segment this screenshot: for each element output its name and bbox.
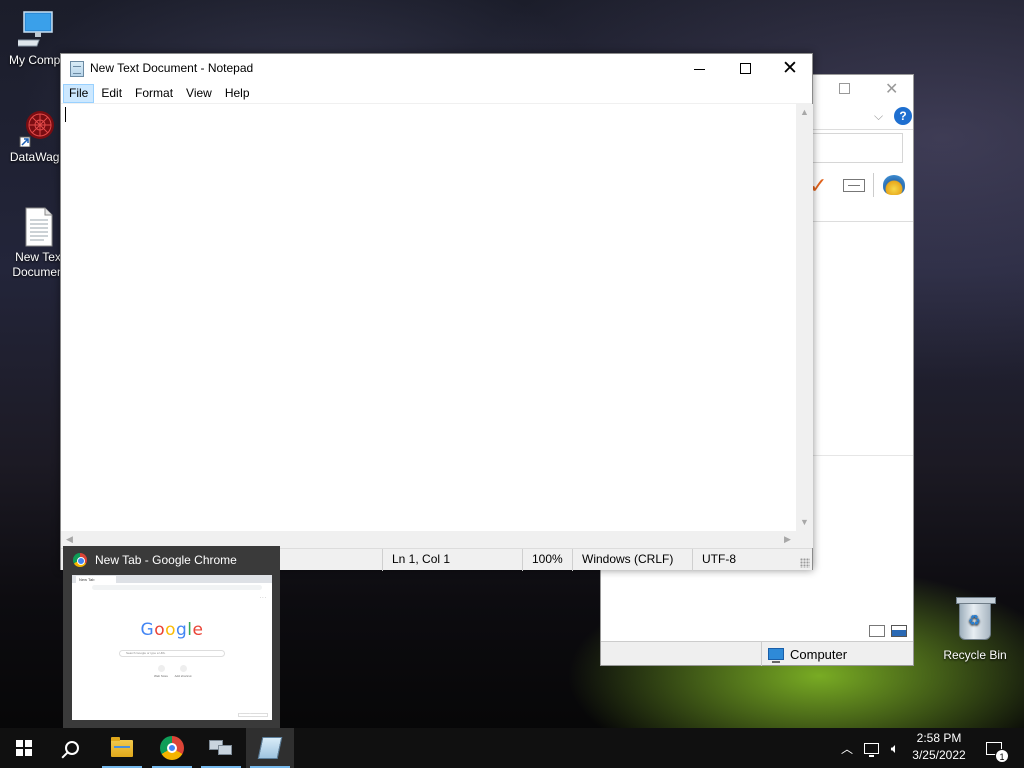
status-zoom: 100% <box>522 549 572 571</box>
start-button[interactable] <box>0 728 48 768</box>
monitor-icon <box>10 10 58 50</box>
thumbnail-tab: New Tab <box>76 576 116 583</box>
close-button[interactable]: ✕ <box>767 54 813 83</box>
search-button[interactable] <box>48 728 96 768</box>
chrome-icon <box>160 736 184 760</box>
folder-icon <box>111 736 133 757</box>
preview-thumbnail[interactable]: New Tab · · · Google Search Google or ty… <box>72 575 272 720</box>
notepad-app-icon <box>70 61 84 77</box>
thumbnail-search-box: Search Google or type a URL <box>119 650 225 657</box>
google-logo: Google <box>140 620 204 640</box>
action-center-button[interactable]: 1 <box>982 728 1009 768</box>
taskbar: ︿ 🔈︎ 2:58 PM 3/25/2022 1 <box>0 728 1024 768</box>
taskbar-clock[interactable]: 2:58 PM 3/25/2022 <box>908 730 970 764</box>
text-caret <box>65 107 66 122</box>
details-view-icon[interactable] <box>869 625 885 637</box>
desktop-icon-recycle-bin[interactable]: Recycle Bin <box>940 597 1010 662</box>
chevron-down-icon[interactable]: ⌵ <box>874 109 883 124</box>
windows-logo-icon <box>16 740 32 756</box>
menu-edit[interactable]: Edit <box>95 84 128 103</box>
network-tray-button[interactable] <box>861 728 881 768</box>
preview-title: New Tab - Google Chrome <box>95 553 237 567</box>
network-icon <box>863 742 879 757</box>
envelope-icon[interactable] <box>843 179 865 192</box>
chrome-icon <box>73 553 87 567</box>
clock-time: 2:58 PM <box>916 731 962 745</box>
window-title: New Text Document - Notepad <box>90 61 254 75</box>
search-icon <box>65 741 79 755</box>
datawagon-app-icon <box>18 107 58 148</box>
menu-file[interactable]: File <box>63 83 95 103</box>
status-encoding: UTF-8 <box>692 549 810 571</box>
text-document-icon <box>18 207 58 247</box>
desktop-icon-label: Recycle Bin <box>943 648 1007 662</box>
recycle-bin-icon <box>956 597 996 640</box>
scroll-down-arrow-icon[interactable]: ▼ <box>796 514 813 531</box>
explorer-status-text: Computer <box>790 646 848 662</box>
notepad-window[interactable]: New Text Document - Notepad ✕ File Edit … <box>60 53 813 571</box>
notification-icon: 1 <box>986 741 1009 763</box>
status-cursor-position: Ln 1, Col 1 <box>382 549 522 571</box>
maximize-button[interactable] <box>722 54 768 83</box>
computer-icon <box>768 648 784 663</box>
explorer-details-panel <box>811 455 913 641</box>
toolbar-separator <box>873 173 874 197</box>
computers-icon <box>209 738 233 758</box>
explorer-divider <box>811 221 913 222</box>
speaker-icon: 🔈︎ <box>890 739 900 756</box>
menu-format[interactable]: Format <box>129 84 179 103</box>
help-icon[interactable]: ? <box>894 107 912 125</box>
volume-tray-button[interactable]: 🔈︎ <box>884 728 906 768</box>
notification-count-badge: 1 <box>995 748 1009 763</box>
resize-grip-icon[interactable] <box>800 558 810 568</box>
explorer-status-bar: Computer <box>601 641 913 666</box>
thumbnail-links: · · · <box>259 595 266 600</box>
taskbar-network-computers[interactable] <box>197 728 245 768</box>
desktop-icon-label: New Tex Documen <box>12 250 64 279</box>
explorer-maximize-button[interactable] <box>839 83 850 94</box>
show-hidden-icons-button[interactable]: ︿ <box>838 728 856 768</box>
status-line-ending: Windows (CRLF) <box>572 549 692 571</box>
text-editor-area[interactable] <box>61 104 796 531</box>
notepad-icon <box>257 737 283 759</box>
taskbar-chrome[interactable] <box>148 728 196 768</box>
clock-date: 3/25/2022 <box>912 748 966 762</box>
menu-help[interactable]: Help <box>219 84 256 103</box>
minimize-button[interactable] <box>676 54 722 83</box>
explorer-divider <box>811 129 913 130</box>
taskbar-file-explorer[interactable] <box>98 728 146 768</box>
scrollbar-corner <box>796 531 813 548</box>
explorer-close-button[interactable]: ✕ <box>885 79 898 99</box>
chevron-up-icon: ︿ <box>840 741 853 756</box>
thumbnail-address-bar <box>92 585 262 590</box>
scroll-right-arrow-icon[interactable]: ▶ <box>779 531 796 548</box>
thumbnail-shortcut: Add shortcut <box>174 665 192 678</box>
menu-bar: File Edit Format View Help <box>61 83 812 104</box>
explorer-address-field[interactable] <box>811 133 903 163</box>
scroll-up-arrow-icon[interactable]: ▲ <box>796 104 813 121</box>
menu-view[interactable]: View <box>180 84 218 103</box>
preview-header[interactable]: New Tab - Google Chrome <box>63 546 280 574</box>
preview-view-icon[interactable] <box>891 625 907 637</box>
vertical-scrollbar[interactable]: ▲ ▼ <box>796 104 813 531</box>
chrome-taskbar-preview[interactable]: New Tab - Google Chrome New Tab · · · Go… <box>63 546 280 729</box>
thumbnail-shortcut: Web Store <box>152 665 170 678</box>
taskbar-notepad[interactable] <box>246 728 294 768</box>
shell-icon[interactable] <box>883 175 905 195</box>
notepad-titlebar[interactable]: New Text Document - Notepad ✕ <box>61 54 812 83</box>
thumbnail-customize: Customize Chrome <box>238 713 268 717</box>
explorer-status-location: Computer <box>761 642 847 666</box>
